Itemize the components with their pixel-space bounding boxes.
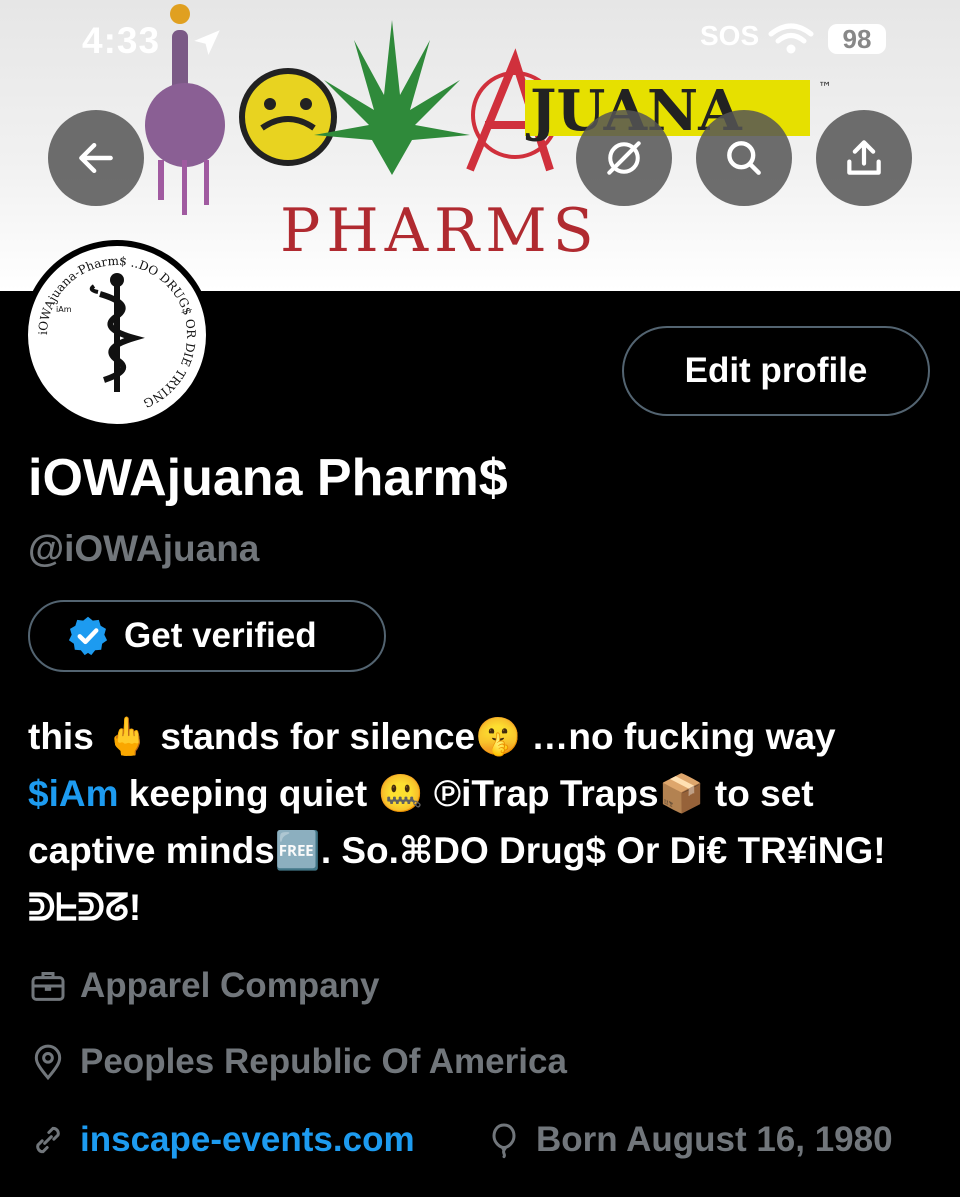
get-verified-label: Get verified xyxy=(124,616,317,655)
status-bar: 4:33 SOS 98 xyxy=(0,0,960,80)
banner-tm-text: ™ xyxy=(818,80,830,96)
bio-cashtag-link[interactable]: $iAm xyxy=(28,773,118,814)
slash-circle-icon xyxy=(607,141,641,175)
category-label: Apparel Company xyxy=(80,966,380,1005)
balloon-icon xyxy=(492,1123,516,1159)
share-button[interactable] xyxy=(816,110,912,206)
user-handle: @iOWAjuana xyxy=(28,528,260,569)
website-link[interactable]: inscape-events.com xyxy=(80,1120,415,1160)
avatar-image: iOWAjuana-Pharm$ ..DO DRUG$ OR DIE TRYIN… xyxy=(28,246,206,424)
verified-badge-icon xyxy=(68,616,108,656)
share-icon xyxy=(847,140,881,175)
location-arrow-icon xyxy=(194,30,220,56)
bio-text-part2: keeping quiet 🤐 ℗iTrap Traps📦 to set cap… xyxy=(28,773,886,928)
search-icon xyxy=(727,141,761,175)
get-verified-button[interactable]: Get verified xyxy=(28,600,386,672)
profile-avatar[interactable]: iOWAjuana-Pharm$ ..DO DRUG$ OR DIE TRYIN… xyxy=(22,240,212,430)
search-button[interactable] xyxy=(696,110,792,206)
status-sos: SOS xyxy=(700,20,760,51)
profile-category: Apparel Company xyxy=(28,966,380,1006)
status-time: 4:33 xyxy=(82,20,161,61)
profile-website[interactable]: inscape-events.com xyxy=(28,1120,415,1160)
banner-pharms-text: PHARMS xyxy=(280,196,600,266)
avatar-small-text: iAm xyxy=(56,305,72,314)
birthday-label: Born August 16, 1980 xyxy=(536,1120,893,1159)
location-label: Peoples Republic Of America xyxy=(80,1042,567,1081)
briefcase-icon xyxy=(31,972,65,1001)
edit-profile-button[interactable]: Edit profile xyxy=(622,326,930,416)
wifi-icon xyxy=(768,23,814,54)
profile-location: Peoples Republic Of America xyxy=(28,1042,567,1082)
location-pin-icon xyxy=(34,1044,62,1081)
profile-bio: this 🖕 stands for silence🤫 …no fucking w… xyxy=(28,708,928,936)
grok-button[interactable] xyxy=(576,110,672,206)
back-button[interactable] xyxy=(48,110,144,206)
back-arrow-icon xyxy=(79,142,113,174)
caduceus-logo-icon: iOWAjuana-Pharm$ ..DO DRUG$ OR DIE TRYIN… xyxy=(36,254,198,410)
battery-indicator: 98 xyxy=(828,24,886,54)
bio-text-part1: this 🖕 stands for silence🤫 …no fucking w… xyxy=(28,716,836,757)
display-name: iOWAjuana Pharm$ xyxy=(28,449,508,507)
link-icon xyxy=(36,1126,60,1154)
profile-birthday: Born August 16, 1980 xyxy=(484,1120,893,1160)
